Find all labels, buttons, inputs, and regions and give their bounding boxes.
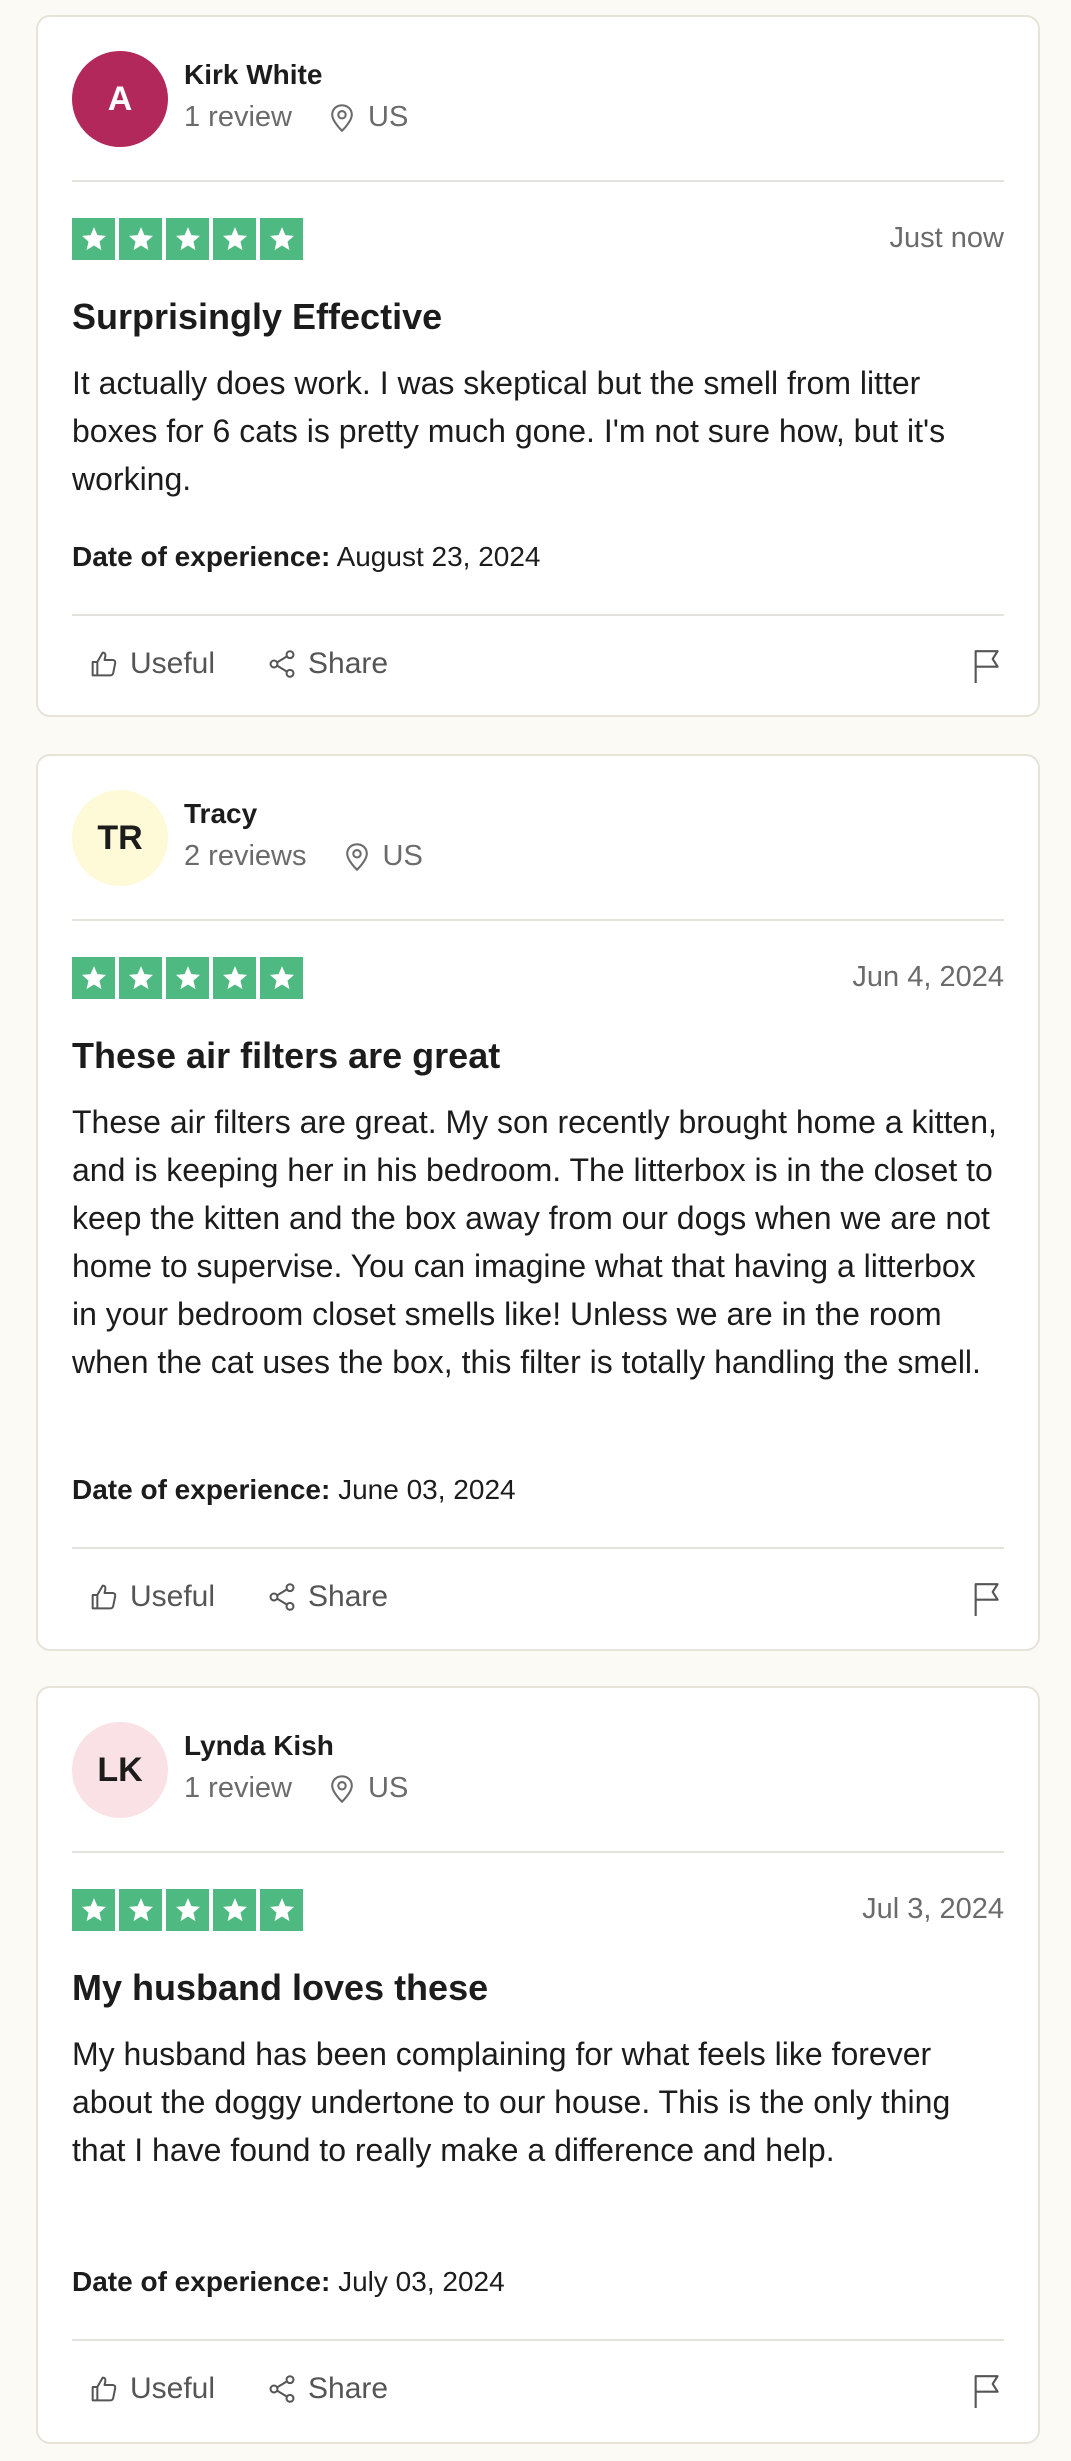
star-icon <box>166 1889 209 1931</box>
useful-label: Useful <box>130 647 216 680</box>
rating-row: Just now <box>72 218 1004 260</box>
reviewer-location: US <box>368 101 409 133</box>
star-icon <box>260 957 303 999</box>
share-icon <box>269 650 295 678</box>
location-pin-icon <box>343 842 371 872</box>
review-title[interactable]: These air filters are great <box>72 1034 1004 1078</box>
divider <box>72 614 1004 616</box>
divider <box>72 2339 1004 2341</box>
rating-row: Jun 4, 2024 <box>72 957 1004 999</box>
divider <box>72 180 1004 182</box>
reviewer-location: US <box>382 840 423 872</box>
review-body: It actually does work. I was skeptical b… <box>72 365 946 497</box>
share-button[interactable]: Share <box>266 647 388 681</box>
share-label: Share <box>308 2372 389 2405</box>
report-button[interactable] <box>970 1580 1004 1623</box>
reviewer-header: A Kirk White 1 review US <box>72 51 1004 147</box>
review-count: 2 reviews <box>184 840 307 872</box>
review-date: Jun 4, 2024 <box>852 961 1004 993</box>
review-count: 1 review <box>184 101 292 133</box>
star-icon <box>72 1889 115 1931</box>
star-icon <box>119 957 162 999</box>
useful-label: Useful <box>130 2372 216 2405</box>
useful-button[interactable]: Useful <box>88 647 215 681</box>
reviewer-name[interactable]: Lynda Kish <box>184 1730 334 1762</box>
date-of-experience-value: August 23, 2024 <box>330 541 541 572</box>
star-icon <box>72 957 115 999</box>
review-body: These air filters are great. My son rece… <box>72 1104 997 1380</box>
location-pin-icon <box>328 1774 356 1804</box>
star-rating <box>72 218 303 260</box>
date-of-experience-label: Date of experience: <box>72 2266 331 2297</box>
reviewer-header: TR Tracy 2 reviews US <box>72 790 1004 886</box>
star-icon <box>213 1889 256 1931</box>
star-icon <box>166 218 209 260</box>
divider <box>72 1547 1004 1549</box>
review-date: Just now <box>889 222 1004 254</box>
share-button[interactable]: Share <box>266 2372 388 2406</box>
reviewer-meta: 2 reviews US <box>184 840 423 873</box>
star-icon <box>213 957 256 999</box>
reviewer-location: US <box>368 1772 409 1804</box>
reviews-list: A Kirk White 1 review US Just now Surpri… <box>0 0 1071 2461</box>
location-pin-icon <box>328 103 356 133</box>
star-icon <box>213 218 256 260</box>
useful-button[interactable]: Useful <box>88 1580 215 1614</box>
date-of-experience: Date of experience: August 23, 2024 <box>72 541 1004 573</box>
share-button[interactable]: Share <box>266 1580 388 1614</box>
star-rating <box>72 1889 303 1931</box>
review-body: My husband has been complaining for what… <box>72 2036 951 2168</box>
review-card: LK Lynda Kish 1 review US Jul 3, 2024 My… <box>36 1686 1040 2444</box>
flag-icon <box>974 650 999 683</box>
review-title[interactable]: Surprisingly Effective <box>72 295 1004 339</box>
review-date: Jul 3, 2024 <box>862 1893 1004 1925</box>
star-icon <box>119 218 162 260</box>
reviewer-name[interactable]: Kirk White <box>184 59 322 91</box>
divider <box>72 919 1004 921</box>
flag-icon <box>974 2375 999 2408</box>
review-actions: Useful Share <box>88 647 1004 691</box>
share-label: Share <box>308 647 389 680</box>
star-rating <box>72 957 303 999</box>
reviewer-meta: 1 review US <box>184 1772 408 1805</box>
date-of-experience-value: July 03, 2024 <box>330 2266 505 2297</box>
thumbs-up-icon <box>91 651 117 677</box>
review-card: TR Tracy 2 reviews US Jun 4, 2024 These … <box>36 754 1040 1651</box>
thumbs-up-icon <box>91 1584 117 1610</box>
star-icon <box>260 218 303 260</box>
thumbs-up-icon <box>91 2376 117 2402</box>
star-icon <box>119 1889 162 1931</box>
star-icon <box>260 1889 303 1931</box>
date-of-experience: Date of experience: July 03, 2024 <box>72 2266 1004 2298</box>
share-icon <box>269 1583 295 1611</box>
avatar[interactable]: LK <box>72 1722 168 1818</box>
flag-icon <box>974 1583 999 1616</box>
avatar[interactable]: A <box>72 51 168 147</box>
date-of-experience-value: June 03, 2024 <box>330 1474 516 1505</box>
review-card: A Kirk White 1 review US Just now Surpri… <box>36 15 1040 717</box>
date-of-experience-label: Date of experience: <box>72 1474 331 1505</box>
date-of-experience-label: Date of experience: <box>72 541 331 572</box>
reviewer-header: LK Lynda Kish 1 review US <box>72 1722 1004 1818</box>
useful-button[interactable]: Useful <box>88 2372 215 2406</box>
useful-label: Useful <box>130 1580 216 1613</box>
review-count: 1 review <box>184 1772 292 1804</box>
report-button[interactable] <box>970 2372 1004 2415</box>
date-of-experience: Date of experience: June 03, 2024 <box>72 1474 1004 1506</box>
avatar[interactable]: TR <box>72 790 168 886</box>
share-label: Share <box>308 1580 389 1613</box>
reviewer-name[interactable]: Tracy <box>184 798 257 830</box>
share-icon <box>269 2375 295 2403</box>
review-actions: Useful Share <box>88 1580 1004 1624</box>
review-title[interactable]: My husband loves these <box>72 1966 1004 2010</box>
divider <box>72 1851 1004 1853</box>
review-actions: Useful Share <box>88 2372 1004 2416</box>
reviewer-meta: 1 review US <box>184 101 408 134</box>
report-button[interactable] <box>970 647 1004 690</box>
star-icon <box>166 957 209 999</box>
star-icon <box>72 218 115 260</box>
rating-row: Jul 3, 2024 <box>72 1889 1004 1931</box>
